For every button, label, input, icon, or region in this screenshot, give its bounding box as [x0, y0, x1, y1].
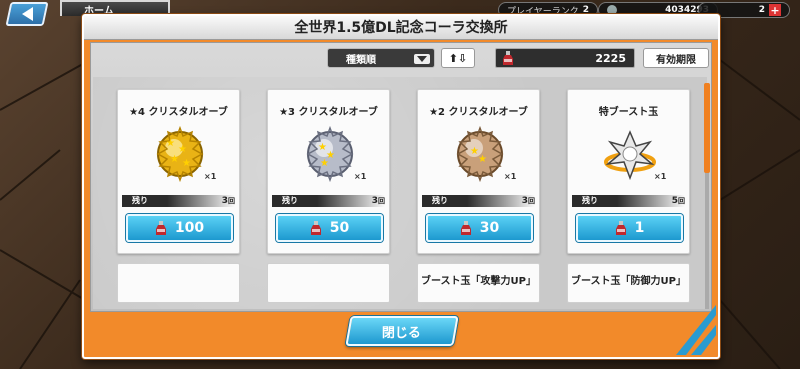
close-button[interactable]: 閉じる	[345, 316, 459, 346]
sort-dropdown[interactable]: 種類順	[327, 48, 435, 68]
remaining-count: 5回	[671, 196, 685, 206]
decorative-stripe	[676, 305, 716, 355]
cola-bottle-icon	[155, 220, 166, 235]
svg-text:★: ★	[182, 158, 191, 169]
svg-text:★: ★	[166, 138, 175, 149]
exchange-button[interactable]: 30	[426, 214, 533, 242]
scrollbar-thumb[interactable]	[704, 83, 710, 173]
sort-dropdown-label: 種類順	[346, 54, 376, 66]
bronze-orb-icon: ★ ★	[448, 122, 512, 186]
back-arrow-icon	[21, 7, 33, 21]
exchange-price: 50	[329, 220, 350, 236]
item-name: 特ブースト玉	[598, 107, 659, 118]
exchange-button[interactable]: 1	[576, 214, 683, 242]
exchange-price: 100	[174, 220, 205, 236]
exchange-modal: 全世界1.5億DL記念コーラ交換所 種類順 ⬆⇩ 2225 有効期限 ★4 クリ…	[82, 14, 720, 359]
item-card-partial	[117, 263, 240, 303]
exchange-button[interactable]: 100	[126, 214, 233, 242]
remaining-label: 残り	[432, 196, 448, 205]
remaining-count: 3回	[221, 196, 235, 206]
remaining-label: 残り	[132, 196, 148, 205]
cola-bottle-icon	[310, 220, 321, 235]
remaining-bar: 残り 3回	[272, 195, 385, 207]
svg-text:★: ★	[178, 144, 187, 155]
item-card-partial	[267, 263, 390, 303]
modal-title: 全世界1.5億DL記念コーラ交換所	[84, 16, 718, 40]
validity-button-label: 有効期限	[656, 54, 696, 66]
remaining-label: 残り	[582, 196, 598, 205]
close-button-label: 閉じる	[382, 325, 422, 341]
item-card: ★3 クリスタルオーブ ★ ★ ★ ×1 残り 3回 50	[267, 89, 390, 254]
item-quantity: ×1	[654, 172, 667, 181]
remaining-bar: 残り 3回	[422, 195, 535, 207]
item-name: ★4 クリスタルオーブ	[129, 107, 228, 118]
chevron-down-icon	[414, 54, 430, 64]
remaining-bar: 残り 3回	[122, 195, 235, 207]
cola-count: 2225	[595, 51, 626, 65]
cola-bottle-icon	[615, 220, 626, 235]
cola-balance: 2225	[495, 48, 635, 68]
cola-bottle-icon	[503, 51, 513, 65]
remaining-label: 残り	[282, 196, 298, 205]
modal-content: 種類順 ⬆⇩ 2225 有効期限 ★4 クリスタルオーブ ★★★★ ×1	[90, 42, 712, 312]
remaining-bar: 残り 5回	[572, 195, 685, 207]
toolbar: 種類順 ⬆⇩ 2225 有効期限	[91, 43, 711, 77]
svg-text:★: ★	[478, 154, 487, 165]
item-card: ★4 クリスタルオーブ ★ ★ ★ ★ ×1 残り 3回 100	[117, 89, 240, 254]
item-quantity: ×1	[354, 172, 367, 181]
sort-order-button[interactable]: ⬆⇩	[441, 48, 475, 68]
validity-button[interactable]: 有効期限	[643, 48, 709, 68]
item-quantity: ×1	[504, 172, 517, 181]
silver-orb-icon: ★ ★ ★	[298, 122, 362, 186]
item-quantity: ×1	[204, 172, 217, 181]
exchange-price: 30	[479, 220, 500, 236]
add-gem-icon[interactable]: +	[769, 4, 781, 17]
exchange-price: 1	[634, 220, 645, 236]
remaining-count: 3回	[371, 196, 385, 206]
sort-order-icon: ⬆⇩	[448, 51, 468, 65]
svg-text:★: ★	[320, 158, 329, 169]
gem-value: 2	[758, 5, 765, 15]
item-card: 特ブースト玉 ×1 残り 5回 1	[567, 89, 690, 254]
remaining-count: 3回	[521, 196, 535, 206]
item-card-partial: ブースト玉「攻撃力UP」	[417, 263, 540, 303]
item-name: ブースト玉「攻撃力UP」	[421, 276, 536, 287]
item-name: ★2 クリスタルオーブ	[429, 107, 528, 118]
gold-orb-icon: ★ ★ ★ ★	[148, 122, 212, 186]
item-grid[interactable]: ★4 クリスタルオーブ ★ ★ ★ ★ ×1 残り 3回 100 ★3 クリスタルオー…	[93, 77, 707, 309]
cola-bottle-icon	[460, 220, 471, 235]
item-card-partial: ブースト玉「防御力UP」	[567, 263, 690, 303]
svg-text:★: ★	[170, 154, 179, 165]
item-name: ブースト玉「防御力UP」	[571, 276, 686, 287]
item-card: ★2 クリスタルオーブ ★ ★ ×1 残り 3回 30	[417, 89, 540, 254]
back-button[interactable]	[5, 2, 49, 26]
item-name: ★3 クリスタルオーブ	[279, 107, 378, 118]
exchange-button[interactable]: 50	[276, 214, 383, 242]
boost-orb-icon	[598, 122, 662, 186]
